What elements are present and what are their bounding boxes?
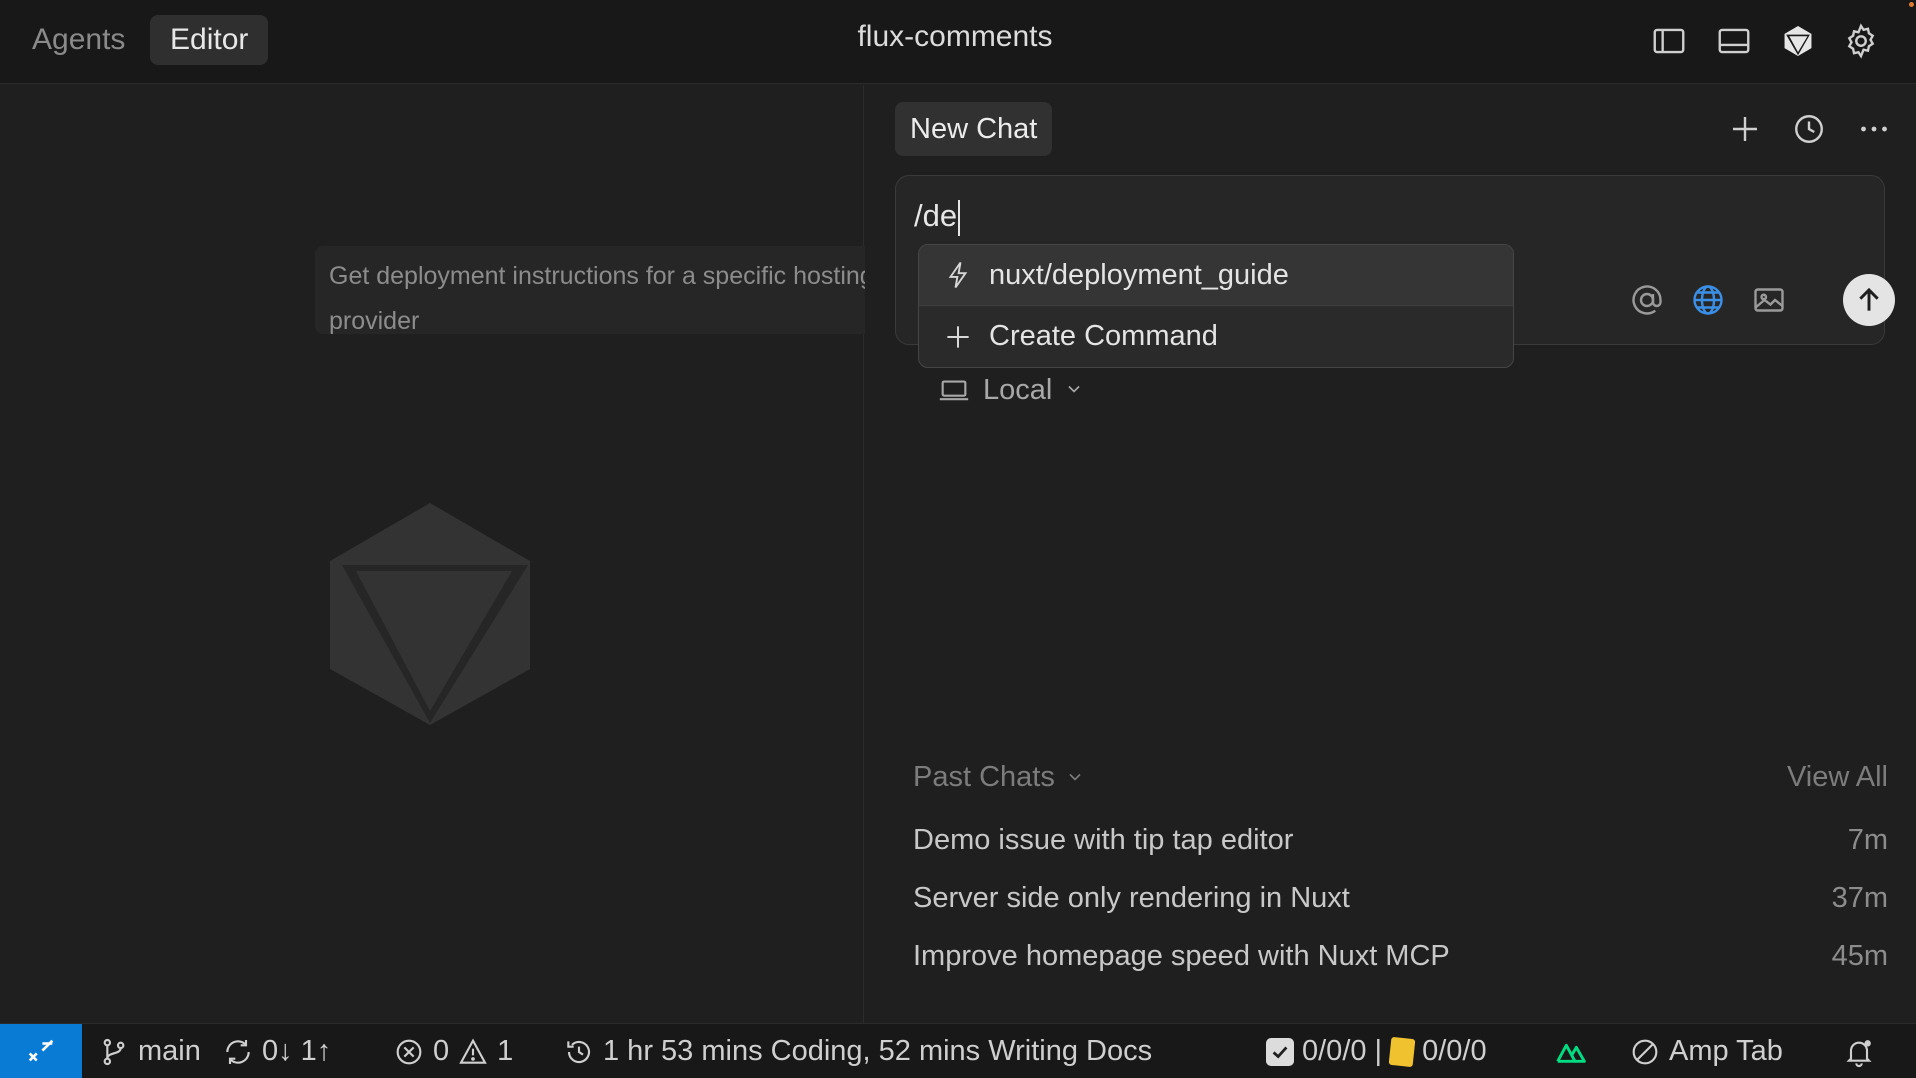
nuxt-status[interactable]	[1555, 1024, 1587, 1078]
plus-icon	[941, 320, 975, 354]
tasks-count: 0/0/0 |	[1302, 1035, 1383, 1067]
view-all-link[interactable]: View All	[1787, 761, 1888, 794]
sync-icon	[226, 1039, 250, 1064]
warning-count: 1	[497, 1035, 514, 1067]
window-title: flux-comments	[857, 20, 1053, 53]
chevron-down-icon	[1064, 374, 1084, 407]
command-menu: nuxt/deployment_guide Create Command	[918, 244, 1514, 368]
text-caret	[958, 199, 961, 236]
lightning-icon	[941, 258, 975, 292]
error-count: 0	[433, 1035, 450, 1067]
past-chats-title: Past Chats	[913, 760, 1055, 793]
bell-icon	[1846, 1039, 1872, 1067]
settings-icon[interactable]	[1840, 20, 1882, 62]
chat-input[interactable]: /de	[914, 198, 961, 236]
sync-counts: 0↓ 1↑	[262, 1035, 332, 1067]
list-item[interactable]: Demo issue with tip tap editor 7m	[913, 811, 1888, 869]
past-chats-header: Past Chats View All	[913, 757, 1888, 797]
mode-select[interactable]: Local	[937, 370, 1084, 410]
plus-icon[interactable]	[1721, 105, 1769, 153]
notification-dot	[1909, 2, 1914, 7]
problems-status[interactable]: 0 1	[393, 1024, 513, 1078]
time-history-icon	[567, 1040, 591, 1063]
history-icon[interactable]	[1785, 105, 1833, 153]
past-chat-time: 37m	[1831, 881, 1888, 914]
editor-pane	[0, 85, 864, 1023]
laptop-icon	[939, 380, 969, 401]
send-button[interactable]	[1843, 274, 1895, 326]
past-chats-list: Demo issue with tip tap editor 7m Server…	[913, 811, 1888, 985]
past-chat-title: Improve homepage speed with Nuxt MCP	[913, 939, 1450, 972]
remote-indicator[interactable]	[0, 1024, 82, 1078]
nuxt-icon	[1556, 1043, 1586, 1063]
title-bar: Agents Editor flux-comments	[0, 0, 1916, 84]
remote-icon	[28, 1039, 54, 1061]
globe-icon[interactable]	[1686, 278, 1730, 322]
error-icon	[396, 1039, 422, 1064]
at-mention-icon[interactable]	[1625, 278, 1669, 322]
tab-agents[interactable]: Agents	[12, 15, 145, 65]
cursor-cube-logo	[330, 503, 530, 725]
send-arrow-icon	[1859, 287, 1879, 311]
amp-tab-label: Amp Tab	[1669, 1035, 1783, 1067]
list-item[interactable]: Improve homepage speed with Nuxt MCP 45m	[913, 927, 1888, 985]
past-chats-toggle[interactable]: Past Chats	[913, 761, 1085, 794]
tab-new-chat[interactable]: New Chat	[895, 102, 1053, 156]
past-chat-title: Server side only rendering in Nuxt	[913, 881, 1350, 914]
coding-time-text: 1 hr 53 mins Coding, 52 mins Writing Doc…	[603, 1035, 1153, 1067]
tab-editor[interactable]: Editor	[150, 15, 269, 65]
toggle-sidebar-icon[interactable]	[1648, 20, 1690, 62]
git-branch-icon	[103, 1038, 125, 1065]
toggle-panel-icon[interactable]	[1713, 20, 1755, 62]
list-item[interactable]: Server side only rendering in Nuxt 37m	[913, 869, 1888, 927]
command-description-tooltip: Get deployment instructions for a specif…	[315, 246, 915, 335]
notes-count: 0/0/0	[1422, 1035, 1487, 1067]
disabled-circle-icon	[1632, 1039, 1658, 1064]
cube-icon[interactable]	[1777, 20, 1819, 62]
past-chat-time: 7m	[1847, 823, 1888, 856]
amp-tab-status[interactable]: Amp Tab	[1629, 1024, 1783, 1078]
sticky-note-icon	[1388, 1036, 1416, 1067]
command-item-deployment-guide[interactable]: nuxt/deployment_guide	[919, 245, 1513, 306]
chevron-down-icon	[1069, 773, 1081, 781]
branch-name: main	[138, 1035, 201, 1067]
past-chat-time: 45m	[1831, 939, 1888, 972]
notifications-bell[interactable]	[1843, 1024, 1875, 1078]
mode-label: Local	[983, 373, 1053, 406]
command-label: nuxt/deployment_guide	[989, 258, 1289, 291]
more-icon[interactable]	[1850, 105, 1898, 153]
branch-status[interactable]: main	[98, 1024, 201, 1078]
checkbox-icon	[1266, 1037, 1294, 1066]
sync-status[interactable]: 0↓ 1↑	[222, 1024, 331, 1078]
warning-icon	[459, 1037, 487, 1064]
image-icon[interactable]	[1747, 278, 1791, 322]
status-bar: main 0↓ 1↑ 0 1 1 hr 53 mins Coding, 52 m…	[0, 1023, 1916, 1078]
todo-status[interactable]: 0/0/0 | 0/0/0	[1266, 1024, 1487, 1078]
command-label: Create Command	[989, 320, 1218, 352]
chat-pane: New Chat /de Local Past Chats View All D…	[865, 85, 1916, 1023]
chat-input-text: /de	[914, 198, 958, 233]
past-chat-title: Demo issue with tip tap editor	[913, 823, 1294, 856]
command-item-create-command[interactable]: Create Command	[919, 306, 1513, 367]
coding-time-status[interactable]: 1 hr 53 mins Coding, 52 mins Writing Doc…	[563, 1024, 1152, 1078]
